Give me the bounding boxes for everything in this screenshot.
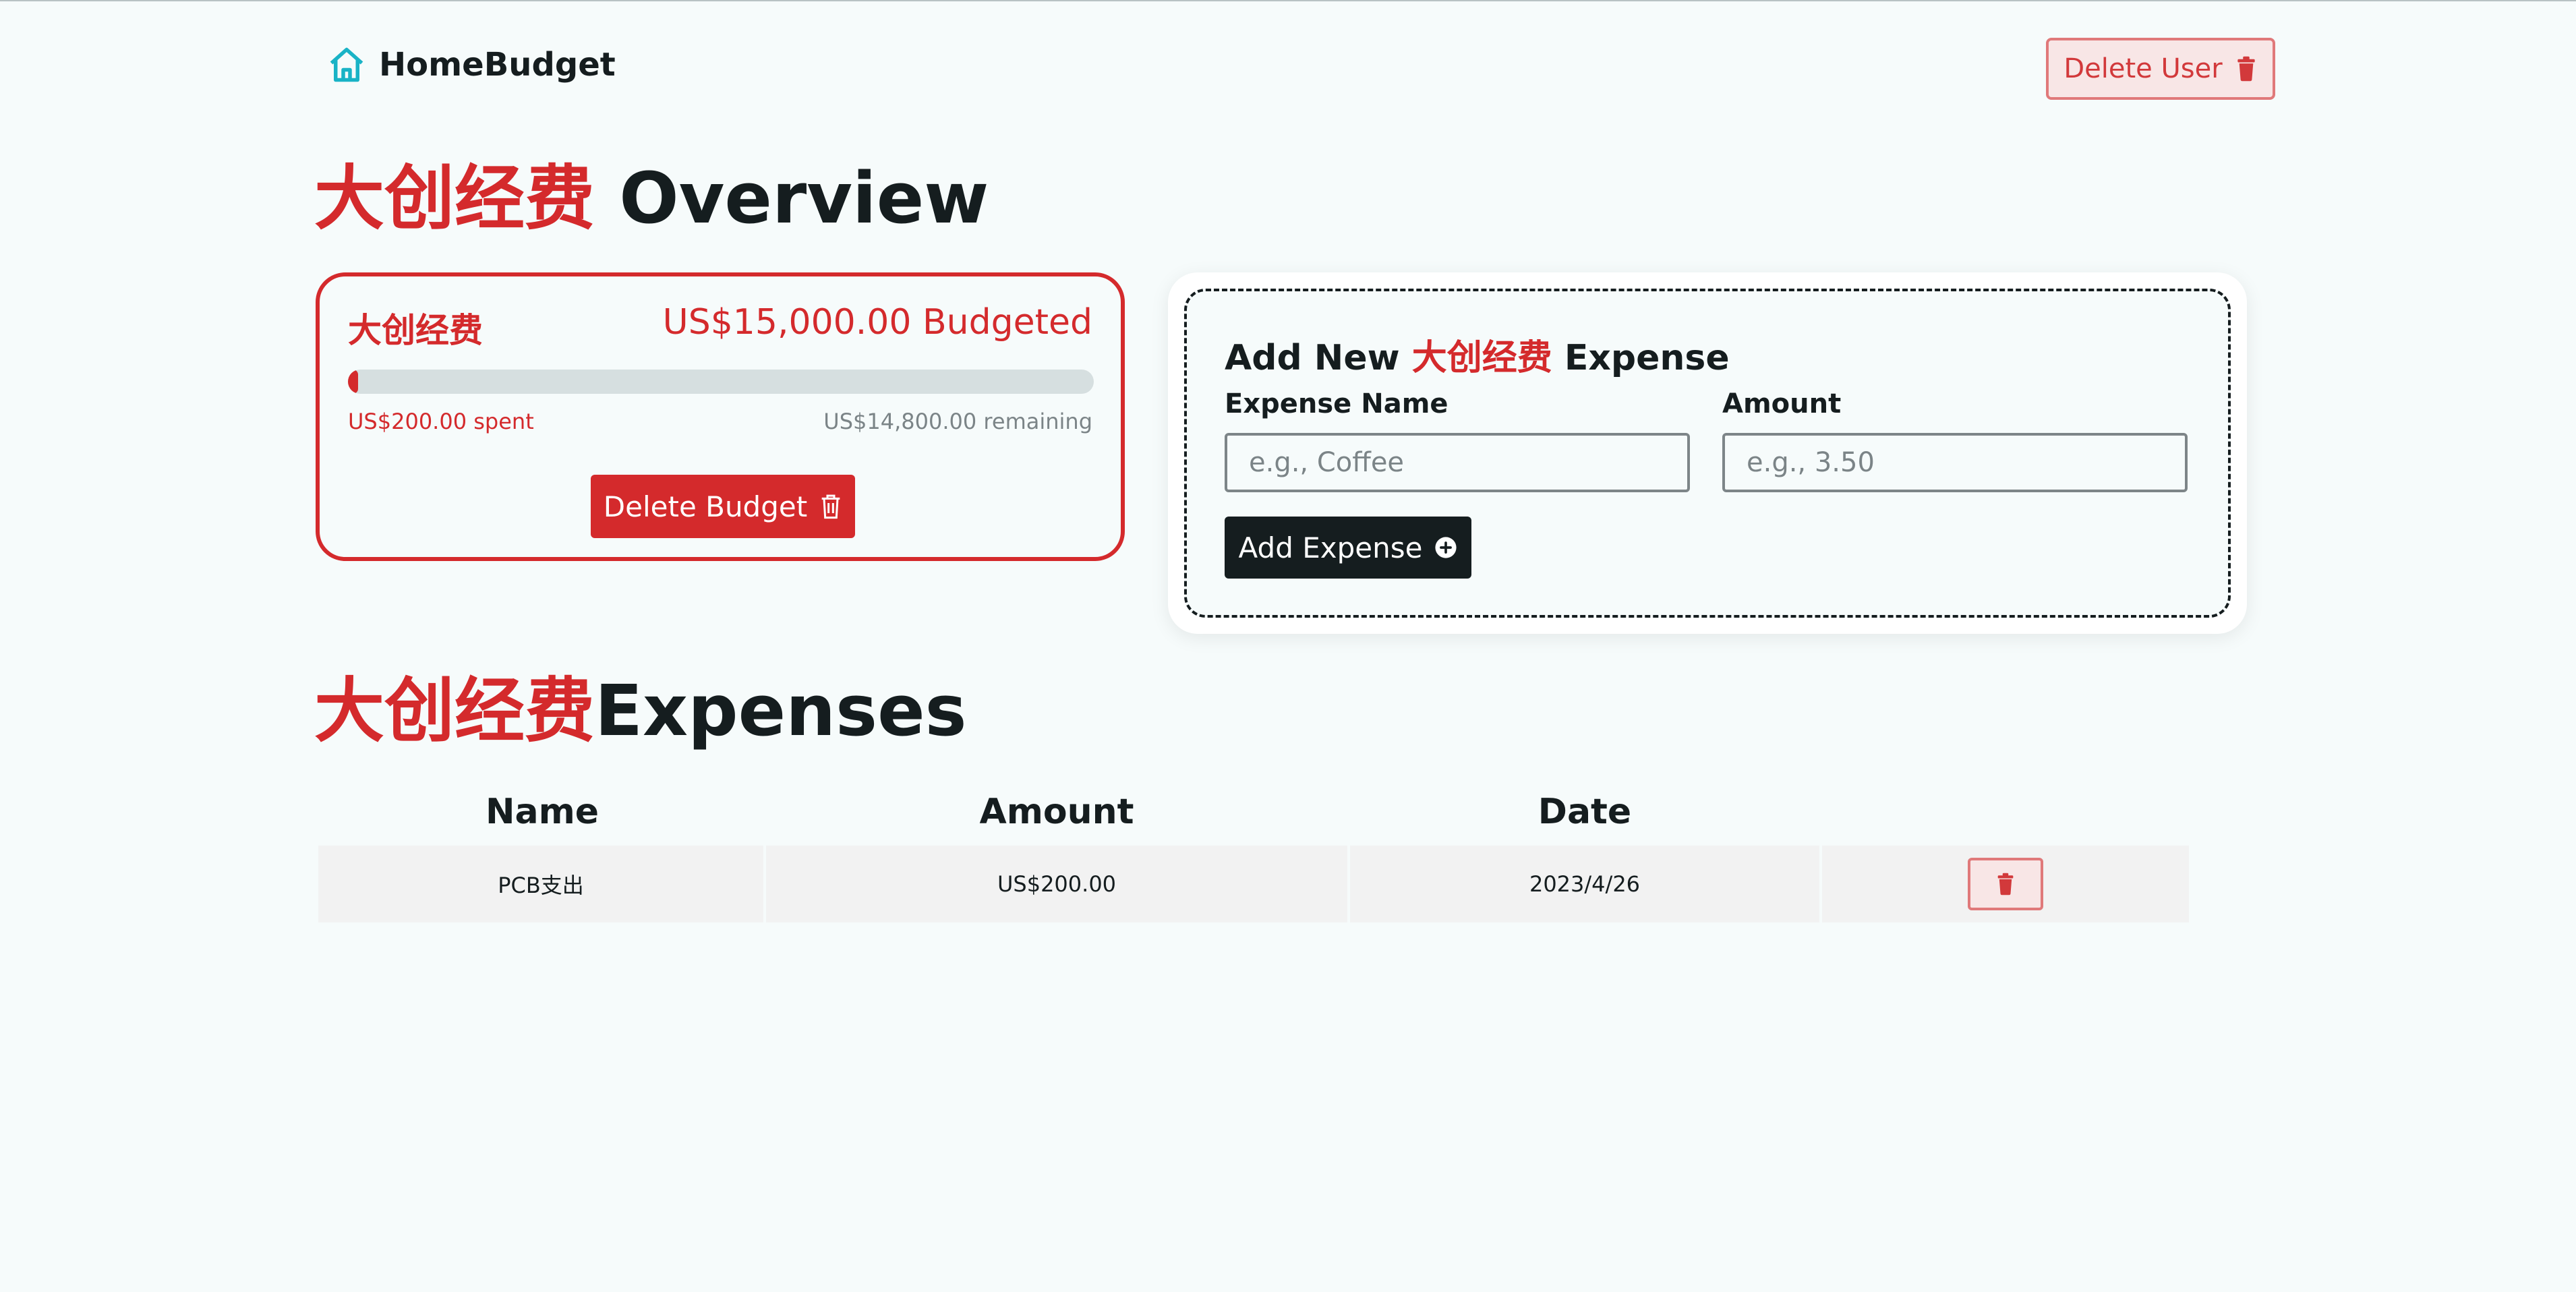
overview-title-rest: Overview <box>595 157 989 239</box>
budget-name: 大创经费 <box>348 311 483 350</box>
trash-icon <box>2237 56 2255 82</box>
expense-date-cell: 2023/4/26 <box>1350 846 1819 922</box>
budget-remaining: US$14,800.00 remaining <box>823 409 1092 434</box>
expenses-title: 大创经费Expenses <box>314 676 967 746</box>
plus-circle-icon <box>1435 537 1457 558</box>
expense-amount-cell: US$200.00 <box>766 846 1347 922</box>
overview-title-highlight: 大创经费 <box>314 157 595 239</box>
add-expense-title: Add New 大创经费 Expense <box>1225 329 1730 380</box>
brand-link[interactable]: HomeBudget <box>326 45 616 85</box>
add-expense-title-suffix: Expense <box>1552 338 1730 378</box>
budget-spent: US$200.00 spent <box>348 409 534 434</box>
table-row: PCB支出 US$200.00 2023/4/26 <box>318 846 2189 922</box>
add-expense-label: Add Expense <box>1238 531 1423 564</box>
delete-expense-button[interactable] <box>1968 858 2043 910</box>
expenses-title-rest: Expenses <box>595 670 967 752</box>
column-header-date: Date <box>1538 792 1632 832</box>
column-header-name: Name <box>485 792 599 832</box>
home-icon <box>330 47 363 82</box>
delete-user-button[interactable]: Delete User <box>2046 38 2275 100</box>
delete-budget-button[interactable]: Delete Budget <box>591 475 855 538</box>
delete-user-label: Delete User <box>2063 53 2223 84</box>
add-expense-title-highlight: 大创经费 <box>1411 338 1552 378</box>
budget-progress-bar <box>348 370 1094 394</box>
budget-card: 大创经费 US$15,000.00 Budgeted US$200.00 spe… <box>316 272 1125 561</box>
overview-title: 大创经费 Overview <box>314 163 989 233</box>
add-expense-card: Add New 大创经费 Expense Expense Name Amount… <box>1168 272 2247 634</box>
expense-amount-label: Amount <box>1722 388 1842 419</box>
expense-name-placeholder: e.g., Coffee <box>1249 447 1405 478</box>
budget-total: US$15,000.00 Budgeted <box>662 302 1092 343</box>
expense-name-label: Expense Name <box>1225 388 1448 419</box>
add-expense-title-prefix: Add New <box>1225 338 1412 378</box>
delete-budget-label: Delete Budget <box>603 490 808 523</box>
expenses-title-highlight: 大创经费 <box>314 670 595 752</box>
budget-progress-fill <box>348 370 358 394</box>
expense-name-cell: PCB支出 <box>318 846 763 922</box>
add-expense-form: Add New 大创经费 Expense Expense Name Amount… <box>1184 289 2231 618</box>
brand-name: HomeBudget <box>379 46 616 84</box>
expense-amount-input[interactable]: e.g., 3.50 <box>1722 433 2188 492</box>
trash-icon <box>821 494 840 519</box>
expense-amount-placeholder: e.g., 3.50 <box>1747 447 1875 478</box>
add-expense-button[interactable]: Add Expense <box>1225 517 1471 579</box>
column-header-amount: Amount <box>979 792 1134 832</box>
trash-icon <box>1997 873 2014 895</box>
expense-actions-cell <box>1822 846 2189 922</box>
expense-name-input[interactable]: e.g., Coffee <box>1225 433 1690 492</box>
